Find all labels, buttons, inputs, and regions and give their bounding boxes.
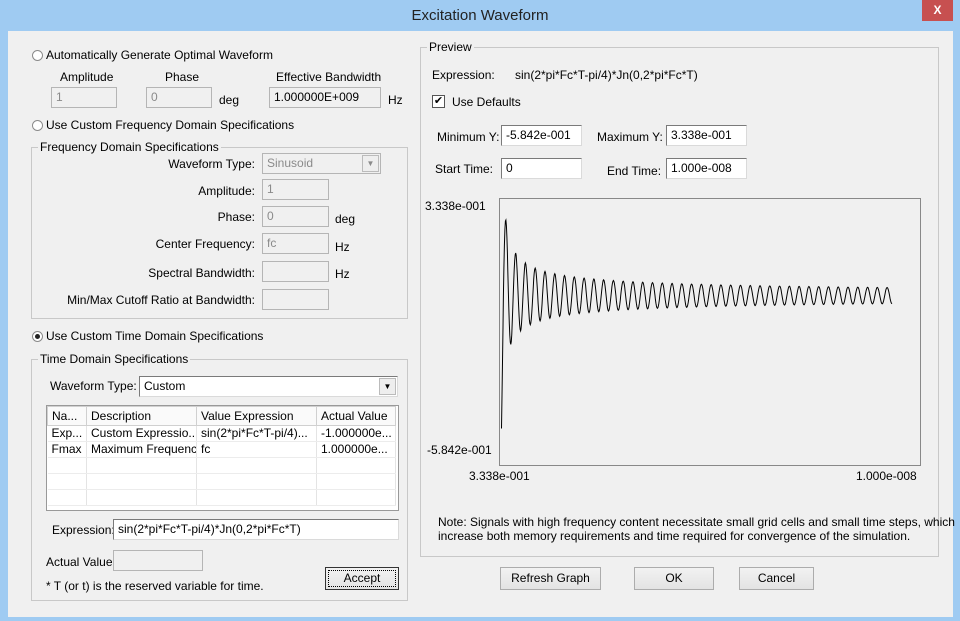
- y-tick-label-min: -5.842e-001: [427, 443, 492, 457]
- use-defaults-checkbox[interactable]: ✔: [432, 95, 445, 108]
- table-header: Na... Description Value Expression Actua…: [47, 406, 396, 426]
- center-frequency-label: Center Frequency:: [155, 237, 255, 251]
- window-title: Excitation Waveform: [411, 7, 549, 24]
- reserved-variable-note: * T (or t) is the reserved variable for …: [46, 579, 264, 593]
- max-y-input[interactable]: 3.338e-001: [666, 125, 747, 146]
- cell: Maximum Frequency: [86, 441, 197, 458]
- plot-frame: [499, 198, 921, 466]
- cell: Exp...: [47, 425, 87, 442]
- ok-button[interactable]: OK: [634, 567, 714, 590]
- freq-phase-label: Phase:: [217, 210, 255, 224]
- freq-domain-radio[interactable]: [32, 120, 43, 131]
- preview-note-line2: increase both memory requirements and ti…: [438, 529, 911, 543]
- max-y-label: Maximum Y:: [597, 130, 663, 144]
- end-time-label: End Time:: [607, 164, 662, 178]
- freq-domain-label: Use Custom Frequency Domain Specificatio…: [46, 118, 295, 132]
- cell: -1.000000e...: [316, 425, 396, 442]
- table-row-empty[interactable]: [47, 473, 396, 490]
- use-defaults-label: Use Defaults: [452, 95, 521, 109]
- chevron-down-icon[interactable]: ▼: [362, 155, 379, 172]
- cutoff-ratio-input[interactable]: [262, 289, 329, 310]
- freq-deg-unit: deg: [335, 212, 356, 226]
- freq-waveform-type-value: Sinusoid: [267, 156, 314, 170]
- end-time-input[interactable]: 1.000e-008: [666, 158, 747, 179]
- time-waveform-type-label: Waveform Type:: [50, 379, 137, 393]
- time-waveform-type-select[interactable]: Custom ▼: [139, 376, 398, 397]
- cell: Custom Expressio...: [86, 425, 197, 442]
- cell: 1.000000e...: [316, 441, 396, 458]
- actual-value-input[interactable]: [113, 550, 203, 571]
- deg-unit: deg: [219, 93, 240, 107]
- bandwidth-label: Effective Bandwidth: [276, 70, 382, 84]
- cell: fc: [196, 441, 317, 458]
- start-time-label: Start Time:: [435, 162, 494, 176]
- table-row-empty[interactable]: [47, 489, 396, 506]
- x-tick-label-end: 1.000e-008: [856, 469, 917, 483]
- close-button[interactable]: X: [922, 0, 953, 21]
- cell: sin(2*pi*Fc*T-pi/4)...: [196, 425, 317, 442]
- freq-waveform-type-select[interactable]: Sinusoid ▼: [262, 153, 381, 174]
- expression-input[interactable]: sin(2*pi*Fc*T-pi/4)*Jn(0,2*pi*Fc*T): [113, 519, 399, 540]
- center-frequency-input[interactable]: fc: [262, 233, 329, 254]
- accept-button[interactable]: Accept: [325, 567, 399, 590]
- refresh-graph-button[interactable]: Refresh Graph: [500, 567, 601, 590]
- time-group-label: Time Domain Specifications: [38, 352, 191, 366]
- time-domain-radio[interactable]: [32, 331, 43, 342]
- freq-hz-unit: Hz: [335, 240, 350, 254]
- start-time-input[interactable]: 0: [501, 158, 582, 179]
- waveform-line: [501, 218, 893, 429]
- amplitude-label: Amplitude: [60, 70, 114, 84]
- freq-amplitude-label: Amplitude:: [198, 184, 255, 198]
- freq-amplitude-input[interactable]: 1: [262, 179, 329, 200]
- actual-value-label: Actual Value:: [46, 555, 116, 569]
- phase-label: Phase: [165, 70, 200, 84]
- spectral-bandwidth-label: Spectral Bandwidth:: [148, 266, 255, 280]
- auto-phase-input[interactable]: 0: [146, 87, 212, 108]
- auto-amplitude-input[interactable]: 1: [51, 87, 117, 108]
- cell: Fmax: [47, 441, 87, 458]
- expression-label: Expression:: [52, 523, 115, 537]
- x-tick-label-start: 3.338e-001: [469, 469, 530, 483]
- bandwidth-input[interactable]: 1.000000E+009: [269, 87, 381, 108]
- preview-group-label: Preview: [427, 40, 474, 54]
- preview-expression-label: Expression:: [432, 68, 495, 82]
- freq-phase-input[interactable]: 0: [262, 206, 329, 227]
- freq-waveform-type-label: Waveform Type:: [168, 157, 255, 171]
- auto-waveform-radio[interactable]: [32, 50, 43, 61]
- preview-note-line1: Note: Signals with high frequency conten…: [438, 515, 955, 529]
- chevron-down-icon[interactable]: ▼: [379, 378, 396, 395]
- column-header-value-expression[interactable]: Value Expression: [196, 406, 317, 426]
- freq-group-label: Frequency Domain Specifications: [38, 140, 221, 154]
- spectral-bandwidth-input[interactable]: [262, 261, 329, 282]
- min-y-input[interactable]: -5.842e-001: [501, 125, 582, 146]
- spectral-hz-unit: Hz: [335, 267, 350, 281]
- auto-waveform-label: Automatically Generate Optimal Waveform: [46, 48, 273, 62]
- hz-unit: Hz: [388, 93, 403, 107]
- column-header-name[interactable]: Na...: [47, 406, 87, 426]
- time-waveform-type-value: Custom: [144, 379, 186, 393]
- table-row-empty[interactable]: [47, 457, 396, 474]
- column-header-description[interactable]: Description: [86, 406, 197, 426]
- cancel-button[interactable]: Cancel: [739, 567, 814, 590]
- min-y-label: Minimum Y:: [437, 130, 500, 144]
- waveform-graph: [499, 198, 921, 466]
- y-tick-label-max: 3.338e-001: [425, 199, 486, 213]
- preview-expression-value: sin(2*pi*Fc*T-pi/4)*Jn(0,2*pi*Fc*T): [515, 68, 698, 82]
- time-domain-label: Use Custom Time Domain Specifications: [46, 329, 264, 343]
- parameters-table[interactable]: Na... Description Value Expression Actua…: [46, 405, 399, 511]
- table-row[interactable]: Exp... Custom Expressio... sin(2*pi*Fc*T-p…: [47, 425, 396, 442]
- table-row[interactable]: Fmax Maximum Frequency fc 1.000000e...: [47, 441, 396, 458]
- cutoff-ratio-label: Min/Max Cutoff Ratio at Bandwidth:: [67, 293, 255, 307]
- column-header-actual-value[interactable]: Actual Value: [316, 406, 396, 426]
